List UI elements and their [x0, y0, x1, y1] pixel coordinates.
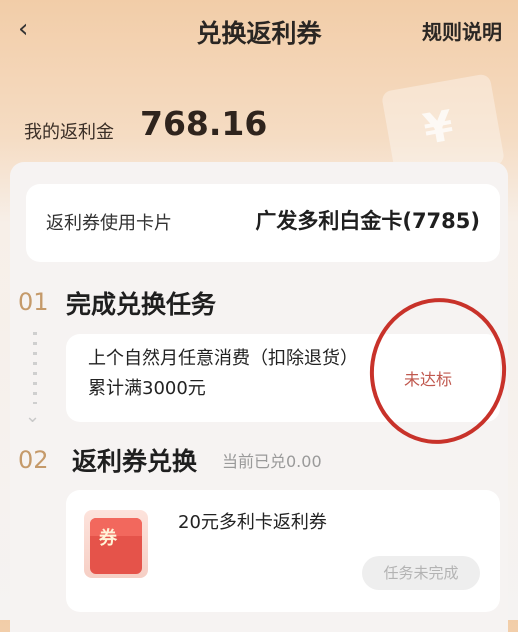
task-description: 上个自然月任意消费（扣除退货）累计满3000元 — [88, 348, 358, 399]
balance-label: 我的返利金 — [24, 122, 114, 143]
coupon-glyph: 券 — [99, 528, 117, 549]
task-incomplete-button[interactable]: 任务未完成 — [362, 556, 480, 590]
step-title: 完成兑换任务 — [66, 290, 217, 319]
balance-value: 768.16 — [140, 104, 268, 143]
card-info-value: 广发多利白金卡(7785) — [255, 209, 480, 233]
card-info-label: 返利券使用卡片 — [46, 213, 172, 234]
coupon-title: 20元多利卡返利券 — [178, 512, 327, 533]
step-number: 01 — [18, 288, 49, 316]
coupon-icon: 券 — [84, 510, 148, 578]
yen-icon: ¥ — [419, 100, 458, 154]
chevron-down-icon: ⌄ — [25, 406, 41, 427]
step-connector — [33, 332, 37, 404]
rules-link[interactable]: 规则说明 — [422, 16, 502, 45]
step-title: 返利券兑换 — [72, 447, 198, 476]
step-number: 02 — [18, 446, 49, 474]
redeemed-amount: 当前已兑0.00 — [222, 452, 322, 471]
